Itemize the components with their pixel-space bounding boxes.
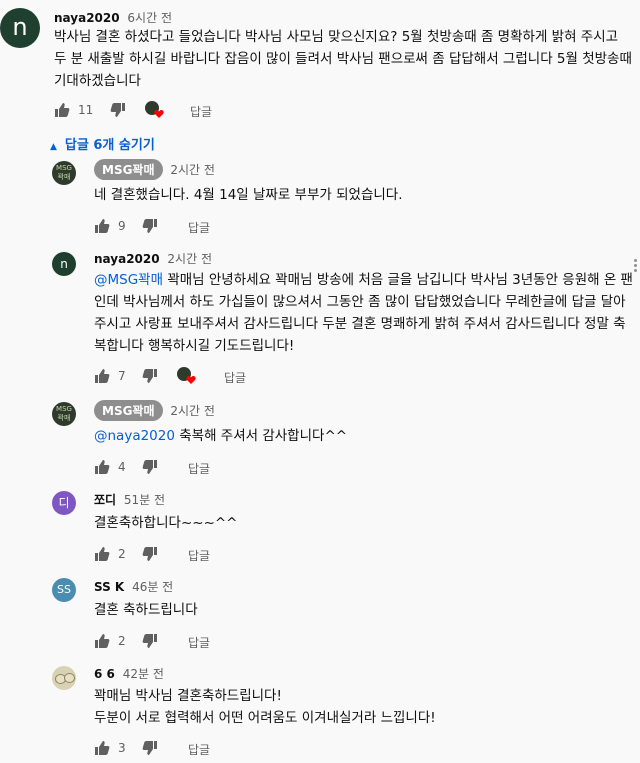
author-name[interactable]: SS K	[94, 580, 124, 594]
comment-line: @MSG꽉매 꽉매님 안녕하세요 꽉매님 방송에 처음 글을 남깁니다 박사님 …	[94, 269, 634, 291]
comment-time[interactable]: 42분 전	[123, 667, 164, 681]
comment-line-text: 꽉매님 안녕하세요 꽉매님 방송에 처음 글을 남깁니다 박사님 3년동안 응원…	[163, 272, 633, 288]
author-name[interactable]: 6 6	[94, 667, 115, 681]
comment-text: 꽉매님 박사님 결혼축하드립니다! 두분이 서로 협력해서 어떤 어려움도 이겨…	[94, 685, 634, 729]
comment-header: naya2020 6시간 전	[54, 9, 172, 26]
creator-heart-icon	[144, 100, 166, 123]
avatar[interactable]: 디	[52, 491, 76, 515]
thumb-up-icon[interactable]	[94, 368, 110, 387]
reply-button[interactable]: 답글	[188, 219, 210, 236]
thumb-down-icon[interactable]	[142, 633, 158, 652]
comment-text: @MSG꽉매 꽉매님 안녕하세요 꽉매님 방송에 처음 글을 남깁니다 박사님 …	[94, 269, 634, 357]
comment-actions: 7 답글	[94, 366, 294, 386]
thumb-up-icon[interactable]	[94, 740, 110, 759]
thumb-down-icon[interactable]	[142, 218, 158, 237]
hide-replies-button[interactable]: ▲ 답글 6개 숨기기	[50, 134, 155, 153]
comment-line: 인데 박사님께서 하도 가십들이 많으셔서 그동안 좀 많이 답답했었습니다 무…	[94, 294, 626, 310]
comment-line: @naya2020 축복해 주셔서 감사합니다^^	[94, 425, 624, 447]
comment-time[interactable]: 51분 전	[124, 493, 165, 507]
comment-text: 네 결혼했습니다. 4월 14일 날짜로 부부가 되었습니다.	[94, 184, 624, 206]
comment-line: 주시고 사랑표 보내주셔서 감사드립니다 두분 결혼 명쾌하게 밝혀 주셔서 감…	[94, 316, 626, 332]
thumb-down-icon[interactable]	[142, 459, 158, 478]
mention-link[interactable]: @MSG꽉매	[94, 272, 163, 288]
comment-time[interactable]: 2시간 전	[167, 252, 212, 266]
comment-actions: 11 답글	[54, 100, 254, 120]
avatar[interactable]	[52, 666, 76, 690]
thumb-down-icon[interactable]	[142, 740, 158, 759]
comment-line: 두 분 새출발 하시길 바랍니다 잡음이 많이 들려서 박사님 팬으로써 좀 답…	[54, 51, 632, 67]
comment-text: @naya2020 축복해 주셔서 감사합니다^^	[94, 425, 624, 447]
comment-header: 6 6 42분 전	[94, 665, 164, 682]
creator-heart-icon	[176, 366, 198, 389]
comment-line: 결혼축하합니다~~~^^	[94, 515, 238, 531]
comment-time[interactable]: 2시간 전	[170, 404, 215, 418]
comment-header: MSG꽉매 2시간 전	[94, 400, 215, 421]
avatar[interactable]: MSG 꽉매	[52, 161, 76, 185]
more-vert-icon[interactable]	[634, 257, 638, 274]
reply-button[interactable]: 답글	[190, 103, 212, 120]
reply-button[interactable]: 답글	[224, 369, 246, 386]
like-count: 4	[118, 460, 126, 474]
like-count: 2	[118, 547, 126, 561]
comment-time[interactable]: 46분 전	[132, 580, 173, 594]
thumb-up-icon[interactable]	[54, 102, 70, 121]
comment-line: 두분이 서로 협력해서 어떤 어려움도 이겨내실거라 느낍니다!	[94, 710, 436, 726]
comment-line: 기대하겠습니다	[54, 73, 141, 89]
comment-actions: 2 답글	[94, 631, 254, 651]
author-name[interactable]: naya2020	[94, 252, 160, 266]
comment-header: MSG꽉매 2시간 전	[94, 159, 215, 180]
reply-button[interactable]: 답글	[188, 547, 210, 564]
comment-time[interactable]: 2시간 전	[170, 163, 215, 177]
comment-actions: 9 답글	[94, 216, 254, 236]
like-count: 2	[118, 634, 126, 648]
comment-actions: 3 답글	[94, 738, 254, 758]
comment-line: 결혼 축하드립니다	[94, 602, 198, 618]
comment-line: 네 결혼했습니다. 4월 14일 날짜로 부부가 되었습니다.	[94, 187, 403, 203]
like-count: 3	[118, 741, 126, 755]
avatar[interactable]: n	[52, 252, 76, 276]
thumb-down-icon[interactable]	[142, 368, 158, 387]
comment-actions: 2 답글	[94, 544, 254, 564]
thumb-down-icon[interactable]	[110, 102, 126, 121]
author-name[interactable]: naya2020	[54, 11, 120, 25]
author-name[interactable]: 쪼디	[94, 493, 116, 507]
comment-header: naya2020 2시간 전	[94, 250, 212, 267]
comment-text: 결혼 축하드립니다	[94, 599, 624, 621]
reply-button[interactable]: 답글	[188, 634, 210, 651]
creator-badge[interactable]: MSG꽉매	[94, 400, 163, 421]
comment-line-text: 축복해 주셔서 감사합니다^^	[174, 428, 348, 444]
avatar[interactable]: SS	[52, 578, 76, 602]
like-count: 9	[118, 219, 126, 233]
thumb-up-icon[interactable]	[94, 546, 110, 565]
thumb-down-icon[interactable]	[142, 546, 158, 565]
caret-up-icon: ▲	[50, 142, 57, 152]
comment-line: 복합니다 행복하시길 기도드립니다!	[94, 338, 295, 354]
mention-link[interactable]: @naya2020	[94, 428, 175, 444]
comment-text: 결혼축하합니다~~~^^	[94, 512, 624, 534]
thumb-up-icon[interactable]	[94, 459, 110, 478]
comment-actions: 4 답글	[94, 457, 254, 477]
creator-badge[interactable]: MSG꽉매	[94, 159, 163, 180]
comment-header: 쪼디 51분 전	[94, 491, 165, 508]
comment-line: 꽉매님 박사님 결혼축하드립니다!	[94, 688, 282, 704]
like-count: 7	[118, 369, 126, 383]
comment-text: 박사님 결혼 하셨다고 들었습니다 박사님 사모님 맞으신지요? 5월 첫방송때…	[54, 26, 634, 92]
avatar[interactable]: MSG 꽉매	[52, 402, 76, 426]
thumb-up-icon[interactable]	[94, 633, 110, 652]
reply-button[interactable]: 답글	[188, 460, 210, 477]
comment-time[interactable]: 6시간 전	[127, 11, 172, 25]
thumb-up-icon[interactable]	[94, 218, 110, 237]
reply-button[interactable]: 답글	[188, 741, 210, 758]
like-count: 11	[78, 103, 94, 117]
comment-line: 박사님 결혼 하셨다고 들었습니다 박사님 사모님 맞으신지요? 5월 첫방송때…	[54, 29, 619, 45]
comment-header: SS K 46분 전	[94, 578, 173, 595]
hide-replies-label: 답글 6개 숨기기	[64, 138, 155, 153]
avatar[interactable]: n	[0, 8, 40, 48]
